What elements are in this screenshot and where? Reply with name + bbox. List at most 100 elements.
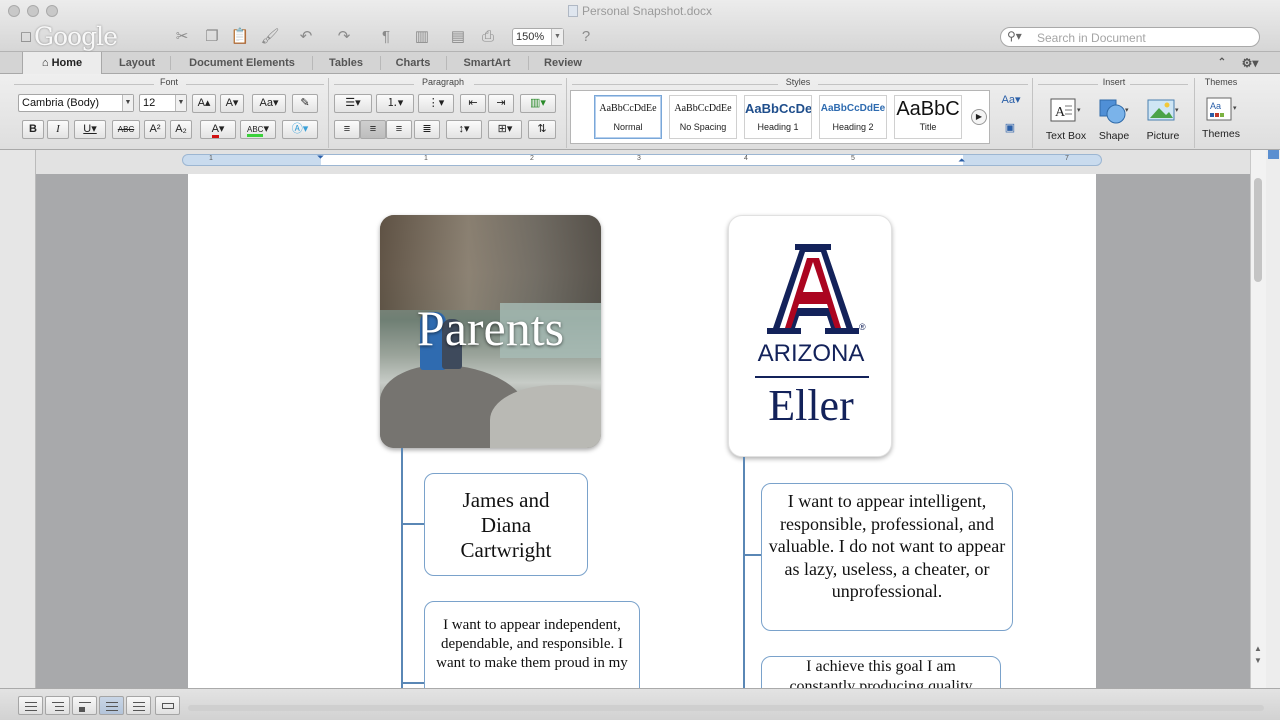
shrink-font-button[interactable]: A▾ — [220, 94, 244, 113]
align-center-button[interactable]: ≡ — [360, 120, 386, 139]
format-painter-icon[interactable]: 🖌 — [260, 27, 280, 47]
tab-home-label: Home — [51, 57, 83, 69]
align-right-button[interactable]: ≡ — [386, 120, 412, 139]
outline-view-button[interactable] — [45, 696, 70, 715]
style-pane-icon[interactable]: ▣ — [1000, 120, 1020, 139]
grow-font-button[interactable]: A▴ — [192, 94, 216, 113]
help-icon[interactable]: ? — [576, 27, 596, 47]
style-name: Heading 2 — [832, 122, 874, 132]
draft-view-button[interactable] — [18, 696, 43, 715]
bullets-button[interactable]: ☰▾ — [334, 94, 372, 113]
text-styles-button[interactable]: Aa▾ — [996, 92, 1026, 111]
tab-separator — [170, 56, 171, 70]
italic-button[interactable]: I — [47, 120, 69, 139]
notebook-view-button[interactable] — [126, 696, 151, 715]
style-no-spacing[interactable]: AaBbCcDdEe No Spacing — [669, 95, 737, 139]
style-name: No Spacing — [679, 122, 727, 132]
line-spacing-button[interactable]: ↕▾ — [446, 120, 482, 139]
shape-button[interactable]: ▾ Shape — [1094, 96, 1134, 142]
tab-charts[interactable]: Charts — [382, 52, 444, 74]
parents-goal-node[interactable]: I want to appear independent, dependable… — [424, 601, 640, 688]
superscript-button[interactable]: A² — [144, 120, 166, 139]
tab-smartart[interactable]: SmartArt — [448, 52, 526, 74]
arizona-eller-logo-card[interactable]: ® ARIZONA Eller — [728, 215, 892, 457]
tab-document-elements[interactable]: Document Elements — [174, 52, 310, 74]
style-normal[interactable]: AaBbCcDdEe Normal — [594, 95, 662, 139]
copy-icon[interactable]: ❐ — [202, 27, 222, 47]
print-layout-view-button[interactable] — [99, 696, 124, 715]
clear-formatting-button[interactable]: ✎ — [292, 94, 318, 113]
redo-icon[interactable]: ↷ — [334, 27, 354, 47]
decrease-indent-button[interactable]: ⇤ — [460, 94, 486, 113]
document-page[interactable]: Parents ® ARIZONA Eller James and Diana … — [188, 174, 1096, 688]
sort-button[interactable]: ⇅ — [528, 120, 556, 139]
scroll-up-icon[interactable]: ▲ — [1254, 644, 1262, 653]
style-heading-2[interactable]: AaBbCcDdEe Heading 2 — [819, 95, 887, 139]
underline-button[interactable]: U▾ — [74, 120, 106, 139]
columns-button[interactable]: ▥▾ — [520, 94, 556, 113]
style-heading-1[interactable]: AaBbCcDe Heading 1 — [744, 95, 812, 139]
font-size-dropdown[interactable]: 12 ▼ — [139, 94, 187, 112]
increase-indent-button[interactable]: ⇥ — [488, 94, 514, 113]
change-case-button[interactable]: Aa▾ — [252, 94, 286, 113]
horizontal-scrollbar[interactable] — [188, 705, 1264, 711]
parents-names-node[interactable]: James and Diana Cartwright — [424, 473, 588, 576]
tab-home[interactable]: ⌂ Home — [22, 52, 102, 75]
paste-icon[interactable]: 📋 — [230, 27, 250, 47]
window-title-text: Personal Snapshot.docx — [581, 4, 713, 18]
subscript-button[interactable]: A₂ — [170, 120, 192, 139]
tab-layout[interactable]: Layout — [106, 52, 168, 74]
gallery-icon[interactable]: ▤ — [448, 27, 468, 47]
zoom-value: 150% — [516, 31, 545, 43]
tab-tables[interactable]: Tables — [314, 52, 378, 74]
text-box-button[interactable]: A ▾ Text Box — [1042, 96, 1090, 142]
node-text: James and Diana Cartwright — [460, 488, 552, 562]
vertical-scrollbar[interactable]: ▲ ▼ — [1250, 150, 1266, 688]
tab-review[interactable]: Review — [530, 52, 596, 74]
tab-label: Layout — [118, 57, 156, 69]
gear-icon[interactable]: ⚙▾ — [1236, 52, 1264, 74]
focus-view-button[interactable] — [155, 696, 180, 715]
print-icon[interactable]: ⎙ — [478, 27, 498, 47]
horizontal-ruler[interactable]: 1 1 2 3 4 5 7 ⏷ ⏶ — [182, 152, 1102, 166]
ruler-text-area — [321, 155, 963, 165]
left-connector-branch — [401, 523, 424, 525]
picture-button[interactable]: ▾ Picture — [1140, 96, 1186, 142]
text-effects-button[interactable]: Ⓐ▾ — [282, 120, 318, 139]
zoom-dropdown[interactable]: 150% ▼ — [512, 28, 564, 46]
publishing-view-button[interactable] — [72, 696, 97, 715]
parents-photo[interactable]: Parents — [380, 215, 601, 448]
group-rule — [1130, 84, 1188, 85]
picture-label: Picture — [1146, 130, 1180, 142]
search-icon[interactable]: ⚲▾ — [1007, 29, 1022, 43]
collapse-ribbon-icon[interactable]: ⌃ — [1212, 52, 1232, 74]
styles-next-icon[interactable]: ▶ — [971, 109, 987, 125]
sidebar-icon[interactable]: ▥ — [412, 27, 432, 47]
style-title[interactable]: AaBbC Title — [894, 95, 962, 139]
borders-button[interactable]: ⊞▾ — [488, 120, 522, 139]
right-indent-marker[interactable]: ⏶ — [958, 155, 965, 166]
first-line-indent-marker[interactable]: ⏷ — [317, 152, 324, 163]
group-rule — [818, 84, 1028, 85]
pilcrow-icon[interactable]: ¶ — [376, 27, 396, 47]
themes-button[interactable]: Aa ▾ Themes — [1198, 96, 1244, 140]
eller-achieve-node[interactable]: I achieve this goal I am constantly prod… — [761, 656, 1001, 688]
numbering-button[interactable]: ⒈▾ — [376, 94, 414, 113]
align-left-button[interactable]: ≡ — [334, 120, 360, 139]
eller-goal-node[interactable]: I want to appear intelligent, responsibl… — [761, 483, 1013, 631]
style-name: Heading 1 — [757, 122, 799, 132]
font-name-dropdown[interactable]: Cambria (Body) ▼ — [18, 94, 134, 112]
justify-button[interactable]: ≣ — [414, 120, 440, 139]
undo-icon[interactable]: ↶ — [296, 27, 316, 47]
new-document-icon[interactable]: ◻ — [16, 27, 36, 47]
search-input[interactable] — [1037, 30, 1247, 45]
scroll-down-icon[interactable]: ▼ — [1254, 656, 1262, 665]
sidebar-toggle-icon[interactable] — [1268, 150, 1279, 159]
font-color-button[interactable]: A▾ — [200, 120, 236, 139]
bold-button[interactable]: B — [22, 120, 44, 139]
strikethrough-button[interactable]: ABC — [112, 120, 140, 139]
multilevel-list-button[interactable]: ⋮▾ — [418, 94, 454, 113]
cut-icon[interactable]: ✂ — [172, 27, 192, 47]
highlight-button[interactable]: ABC▾ — [240, 120, 276, 139]
scrollbar-thumb[interactable] — [1254, 178, 1262, 282]
